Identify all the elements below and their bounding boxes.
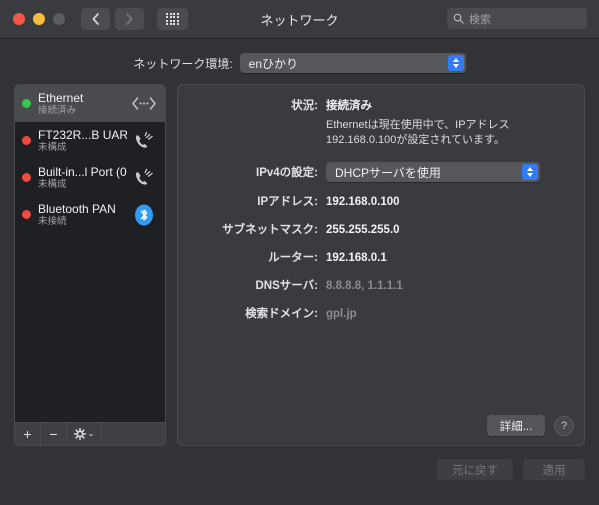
chevron-updown-icon [522, 164, 538, 180]
interface-row-ft232r-uart[interactable]: FT232R...B UART 未構成 [15, 122, 165, 159]
apply-button[interactable]: 適用 [523, 459, 585, 480]
network-location-label: ネットワーク環境: [133, 56, 233, 71]
advanced-button[interactable]: 詳細... [487, 415, 545, 436]
interface-row-bluetooth-pan[interactable]: Bluetooth PAN 未接続 [15, 196, 165, 233]
search-icon [453, 13, 464, 24]
bluetooth-icon [131, 204, 157, 226]
interface-status: 未接続 [38, 215, 67, 227]
subnet-mask-value: 255.255.255.0 [326, 224, 400, 236]
network-location-value: enひかり [248, 56, 299, 71]
ethernet-icon [131, 93, 157, 115]
main-content: Ethernet 接続済み FT232R...B UART 未構成 Built-… [14, 84, 585, 446]
traffic-light-group [13, 13, 65, 25]
interface-row-builtin-serial-port[interactable]: Built-in...l Port (0) 未構成 [15, 159, 165, 196]
subnet-mask-label: サブネットマスク: [222, 224, 318, 236]
window-titlebar: ネットワーク 検索 [0, 0, 599, 39]
status-value: 接続済み [326, 100, 372, 112]
navigation-buttons [81, 8, 144, 30]
minimize-button[interactable] [33, 13, 45, 25]
ip-address-value: 192.168.0.100 [326, 196, 400, 208]
ipv4-config-dropdown[interactable]: DHCPサーバを使用 [326, 162, 540, 182]
chevron-down-icon: ⌄ [87, 429, 95, 438]
network-location-dropdown[interactable]: enひかり [239, 53, 466, 73]
back-button[interactable] [81, 8, 110, 30]
interface-row-ethernet[interactable]: Ethernet 接続済み [15, 85, 165, 122]
search-placeholder: 検索 [469, 13, 491, 26]
all-preferences-grid-icon [166, 12, 179, 26]
status-dot-red [22, 136, 31, 145]
network-location-row: ネットワーク環境: enひかり [0, 53, 599, 73]
ipv4-config-value: DHCPサーバを使用 [335, 165, 441, 180]
forward-button[interactable] [115, 8, 144, 30]
interface-detail-panel: 状況: 接続済み Ethernetは現在使用中で、IPアドレス 192.168.… [177, 84, 585, 446]
chevron-updown-icon [447, 55, 464, 71]
modem-icon [131, 130, 157, 152]
search-field[interactable]: 検索 [447, 8, 587, 29]
gear-icon [73, 428, 86, 440]
toolbar-filler [102, 423, 165, 445]
status-description: Ethernetは現在使用中で、IPアドレス 192.168.0.100が設定さ… [326, 119, 510, 146]
ip-address-label: IPアドレス: [257, 196, 318, 208]
remove-interface-button[interactable]: − [41, 423, 67, 445]
window-footer: 元に戻す 適用 [0, 459, 585, 480]
modem-icon [131, 167, 157, 189]
interface-name: Bluetooth PAN [38, 201, 116, 216]
detail-form: 状況: 接続済み Ethernetは現在使用中で、IPアドレス 192.168.… [178, 85, 584, 322]
router-label: ルーター: [268, 252, 318, 264]
interface-sidebar: Ethernet 接続済み FT232R...B UART 未構成 Built-… [14, 84, 166, 446]
ipv4-config-cell: DHCPサーバを使用 [326, 162, 584, 182]
dns-server-value: 8.8.8.8, 1.1.1.1 [326, 280, 403, 292]
dns-server-label: DNSサーバ: [255, 280, 319, 292]
show-all-preferences-button[interactable] [157, 8, 188, 30]
add-interface-button[interactable]: + [15, 423, 41, 445]
status-dot-red [22, 210, 31, 219]
zoom-button[interactable] [53, 13, 65, 25]
interface-status: 未構成 [38, 141, 67, 153]
interface-name: FT232R...B UART [38, 127, 127, 142]
interface-name: Ethernet [38, 90, 84, 105]
interface-actions-button[interactable]: ⌄ [67, 423, 102, 445]
revert-button[interactable]: 元に戻す [437, 459, 513, 480]
help-button[interactable]: ? [554, 415, 574, 436]
interface-name: Built-in...l Port (0) [38, 164, 127, 179]
search-domains-value: gpl.jp [326, 308, 357, 320]
status-label: 状況: [291, 100, 318, 112]
interface-status: 接続済み [38, 104, 77, 116]
interface-status: 未構成 [38, 178, 67, 190]
search-domains-label: 検索ドメイン: [245, 308, 318, 320]
status-dot-red [22, 173, 31, 182]
router-value: 192.168.0.1 [326, 252, 387, 264]
status-dot-green [22, 99, 31, 108]
ipv4-config-label: IPv4の設定: [256, 167, 318, 179]
close-button[interactable] [13, 13, 25, 25]
interface-list-toolbar: + − ⌄ [14, 422, 166, 446]
interface-list[interactable]: Ethernet 接続済み FT232R...B UART 未構成 Built-… [14, 84, 166, 422]
detail-actions: 詳細... ? [487, 415, 574, 436]
